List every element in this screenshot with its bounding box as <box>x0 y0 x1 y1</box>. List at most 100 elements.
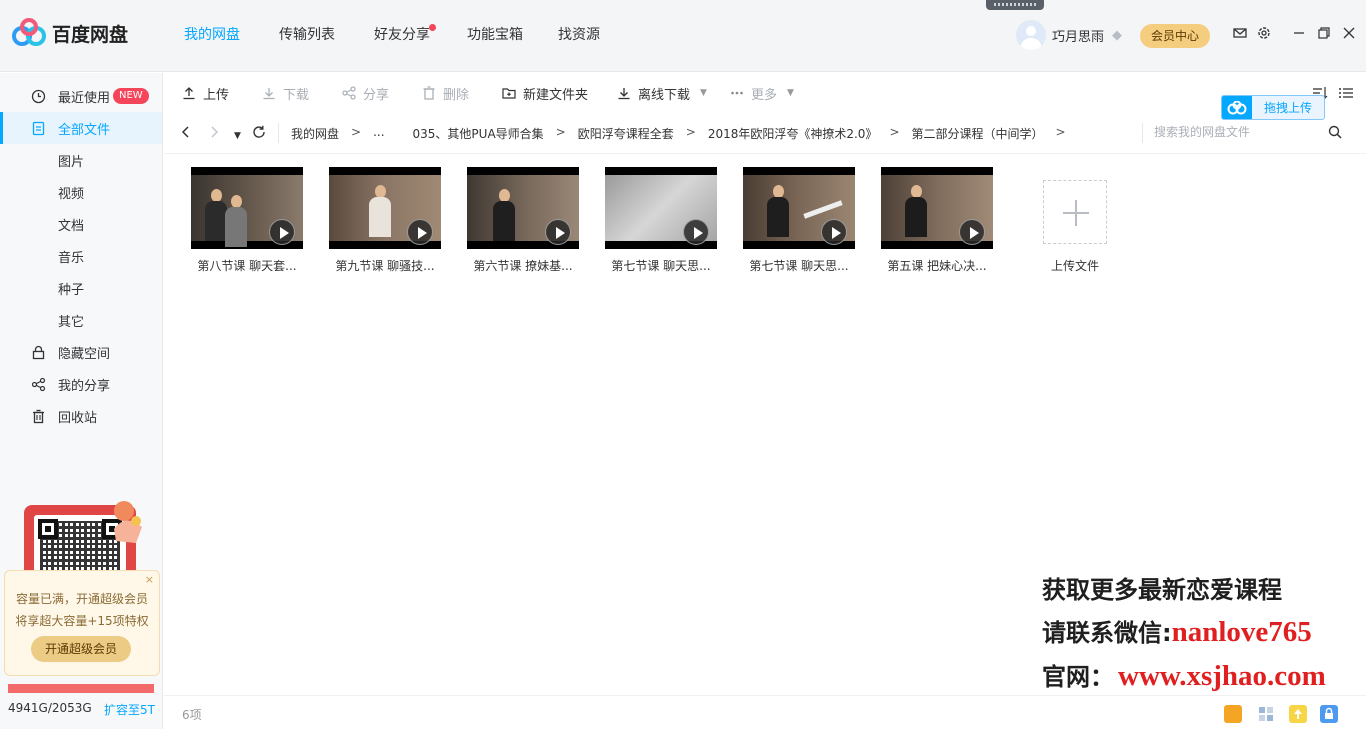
trash-icon <box>30 408 46 424</box>
breadcrumb-item[interactable]: 我的网盘 <box>291 125 339 142</box>
forward-arrow-icon[interactable] <box>208 125 220 143</box>
video-thumbnail <box>605 167 717 249</box>
restore-window-icon[interactable] <box>1316 26 1332 42</box>
sidebar-item-other[interactable]: 其它 <box>0 304 162 336</box>
nav-transfer-list[interactable]: 传输列表 <box>279 0 335 72</box>
file-item[interactable]: 第五课 把妹心决... <box>881 167 993 274</box>
upload-task-icon[interactable] <box>1289 705 1307 723</box>
file-name: 第九节课 聊骚技... <box>335 259 435 273</box>
file-item[interactable]: 第七节课 聊天思... <box>743 167 855 274</box>
window-drag-handle[interactable] <box>986 0 1044 10</box>
mail-icon[interactable] <box>1232 26 1248 42</box>
sidebar-item-label: 我的分享 <box>58 378 111 394</box>
sidebar-item-videos[interactable]: 视频 <box>0 176 162 208</box>
watermark-line: 请联系微信:nanlove765 <box>1042 613 1312 649</box>
file-name: 第六节课 撩妹基... <box>473 259 573 273</box>
sidebar-item-recycle-bin[interactable]: 回收站 <box>0 400 162 432</box>
list-view-button[interactable] <box>1338 84 1360 102</box>
breadcrumb-item[interactable]: 2018年欧阳浮夸《神撩术2.0》 <box>708 125 878 142</box>
sidebar-item-images[interactable]: 图片 <box>0 144 162 176</box>
file-item[interactable]: 第九节课 聊骚技... <box>329 167 441 274</box>
file-item[interactable]: 第八节课 聊天套... <box>191 167 303 274</box>
user-profile[interactable]: 巧月思雨 ◆ <box>1016 20 1122 50</box>
tool-label: 更多 <box>751 87 778 103</box>
upload-icon <box>181 85 197 101</box>
file-item[interactable]: 第七节课 聊天思... <box>605 167 717 274</box>
share-icon <box>30 376 46 392</box>
share-icon <box>341 85 357 101</box>
nav-my-disk[interactable]: 我的网盘 <box>184 0 240 72</box>
breadcrumb-item[interactable]: 欧阳浮夸课程全套 <box>578 125 674 142</box>
breadcrumb-item[interactable]: ... <box>373 125 384 142</box>
username[interactable]: 巧月思雨 <box>1052 26 1104 45</box>
app-logo[interactable]: 百度网盘 <box>12 18 128 48</box>
clock-icon <box>30 88 46 104</box>
close-icon[interactable]: × <box>145 573 154 586</box>
video-thumbnail <box>743 167 855 249</box>
sidebar-item-all-files[interactable]: 全部文件 <box>0 112 162 144</box>
divider <box>278 123 279 143</box>
sidebar-item-recent[interactable]: 最近使用 NEW <box>0 80 162 112</box>
apps-grid-icon[interactable] <box>1257 705 1275 723</box>
download-button[interactable]: 下载 <box>261 84 310 103</box>
upload-file-label: 上传文件 <box>1050 259 1099 273</box>
sidebar-item-label: 音乐 <box>58 250 85 266</box>
tool-label: 分享 <box>363 87 390 103</box>
close-window-icon[interactable] <box>1341 26 1357 42</box>
lock-icon[interactable] <box>1320 705 1338 723</box>
upload-file-tile[interactable] <box>1043 180 1107 244</box>
search-icon[interactable] <box>1328 125 1342 142</box>
notice-line: 容量已满，开通超级会员 <box>15 592 148 606</box>
open-super-vip-button[interactable]: 开通超级会员 <box>31 636 131 662</box>
back-arrow-icon[interactable] <box>180 125 192 143</box>
nav-label: 找资源 <box>558 27 600 43</box>
nav-toolbox[interactable]: 功能宝箱 <box>467 0 523 72</box>
sidebar-item-my-shares[interactable]: 我的分享 <box>0 368 162 400</box>
nav-label: 传输列表 <box>279 27 335 43</box>
medal-icon[interactable] <box>1224 705 1242 723</box>
more-dots-icon <box>729 85 745 101</box>
watermark-wechat: nanlove765 <box>1171 616 1312 648</box>
more-button[interactable]: 更多 ▼ <box>729 84 794 103</box>
avatar[interactable] <box>1016 20 1046 50</box>
nav-friend-share[interactable]: 好友分享 <box>374 0 436 72</box>
expand-storage-link[interactable]: 扩容至5T <box>104 701 155 718</box>
breadcrumb-separator: > <box>351 125 362 139</box>
sidebar-item-torrents[interactable]: 种子 <box>0 272 162 304</box>
settings-gear-icon[interactable] <box>1256 26 1272 42</box>
tool-label: 离线下载 <box>638 87 691 103</box>
vip-center-button[interactable]: 会员中心 <box>1140 24 1210 48</box>
storage-quota-text: 4941G/2053G <box>8 701 92 715</box>
breadcrumb-item[interactable]: 第二部分课程（中间学） <box>912 125 1044 142</box>
nav-find-resources[interactable]: 找资源 <box>558 0 600 72</box>
breadcrumb-item[interactable]: 035、其他PUA导师合集 <box>413 125 544 142</box>
download-icon <box>261 85 277 101</box>
file-name: 第七节课 聊天思... <box>749 259 849 273</box>
sidebar-item-hidden-space[interactable]: 隐藏空间 <box>0 336 162 368</box>
offline-download-button[interactable]: 离线下载 ▼ <box>616 84 707 103</box>
share-button[interactable]: 分享 <box>341 84 390 103</box>
watermark-line: 官网： www.xsjhao.com <box>1042 657 1326 693</box>
file-toolbar: 上传 下载 分享 删除 新建文件夹 离线下载 ▼ 更多 ▼ <box>164 73 1366 113</box>
upload-button[interactable]: 上传 <box>181 84 229 103</box>
item-count: 6项 <box>182 708 202 722</box>
history-dropdown-icon[interactable]: ▼ <box>234 128 241 144</box>
tool-label: 下载 <box>283 87 310 103</box>
watermark-line: 获取更多最新恋爱课程 <box>1042 576 1282 604</box>
sidebar-item-docs[interactable]: 文档 <box>0 208 162 240</box>
minimize-icon[interactable] <box>1291 26 1307 42</box>
sidebar-item-music[interactable]: 音乐 <box>0 240 162 272</box>
sidebar-item-label: 隐藏空间 <box>58 346 111 362</box>
delete-button[interactable]: 删除 <box>421 84 469 103</box>
play-icon <box>683 219 709 245</box>
lock-icon <box>30 344 46 360</box>
nav-label: 好友分享 <box>374 27 430 43</box>
refresh-icon[interactable] <box>252 125 266 143</box>
search-input[interactable] <box>1154 125 1314 139</box>
file-item[interactable]: 第六节课 撩妹基... <box>467 167 579 274</box>
file-name: 第八节课 聊天套... <box>197 259 297 273</box>
new-folder-button[interactable]: 新建文件夹 <box>501 84 588 103</box>
sidebar-item-label: 图片 <box>58 154 85 170</box>
play-icon <box>269 219 295 245</box>
document-icon <box>30 120 46 136</box>
